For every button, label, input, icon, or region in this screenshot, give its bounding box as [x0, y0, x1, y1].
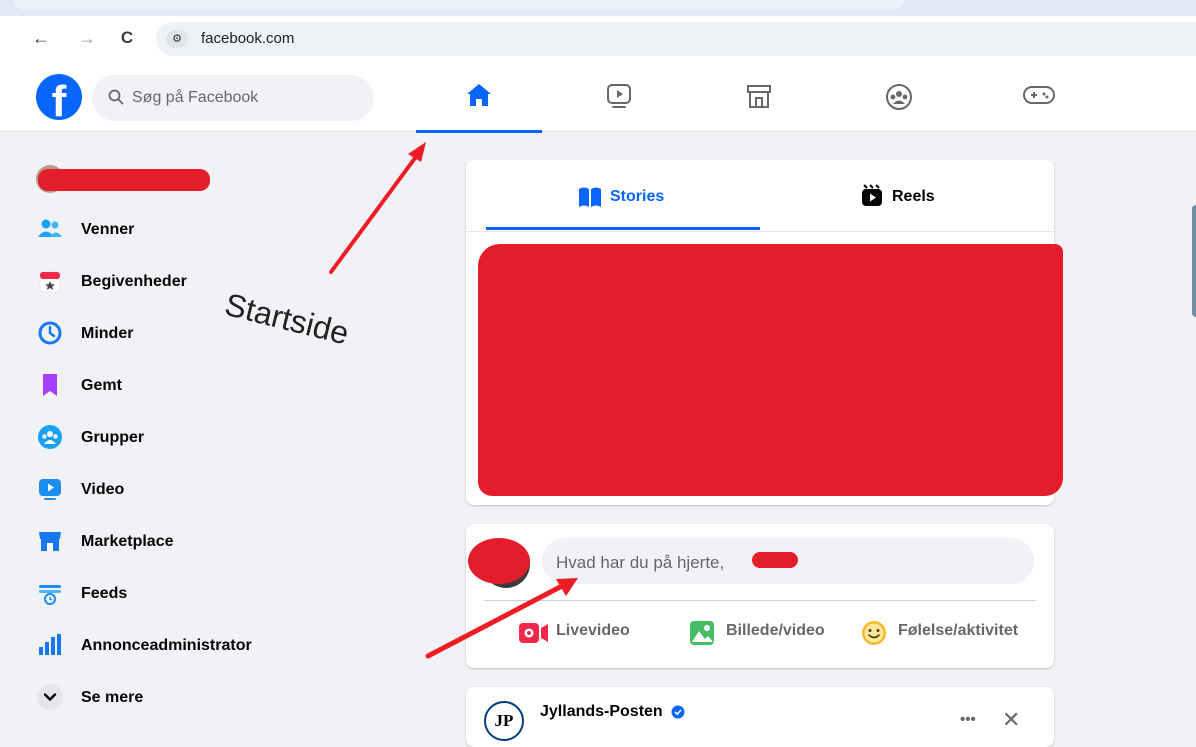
arrow-to-composer: [425, 583, 565, 659]
arrow-to-home: [329, 152, 420, 274]
annotation-arrows: [329, 142, 578, 659]
arrow-head: [408, 142, 426, 162]
